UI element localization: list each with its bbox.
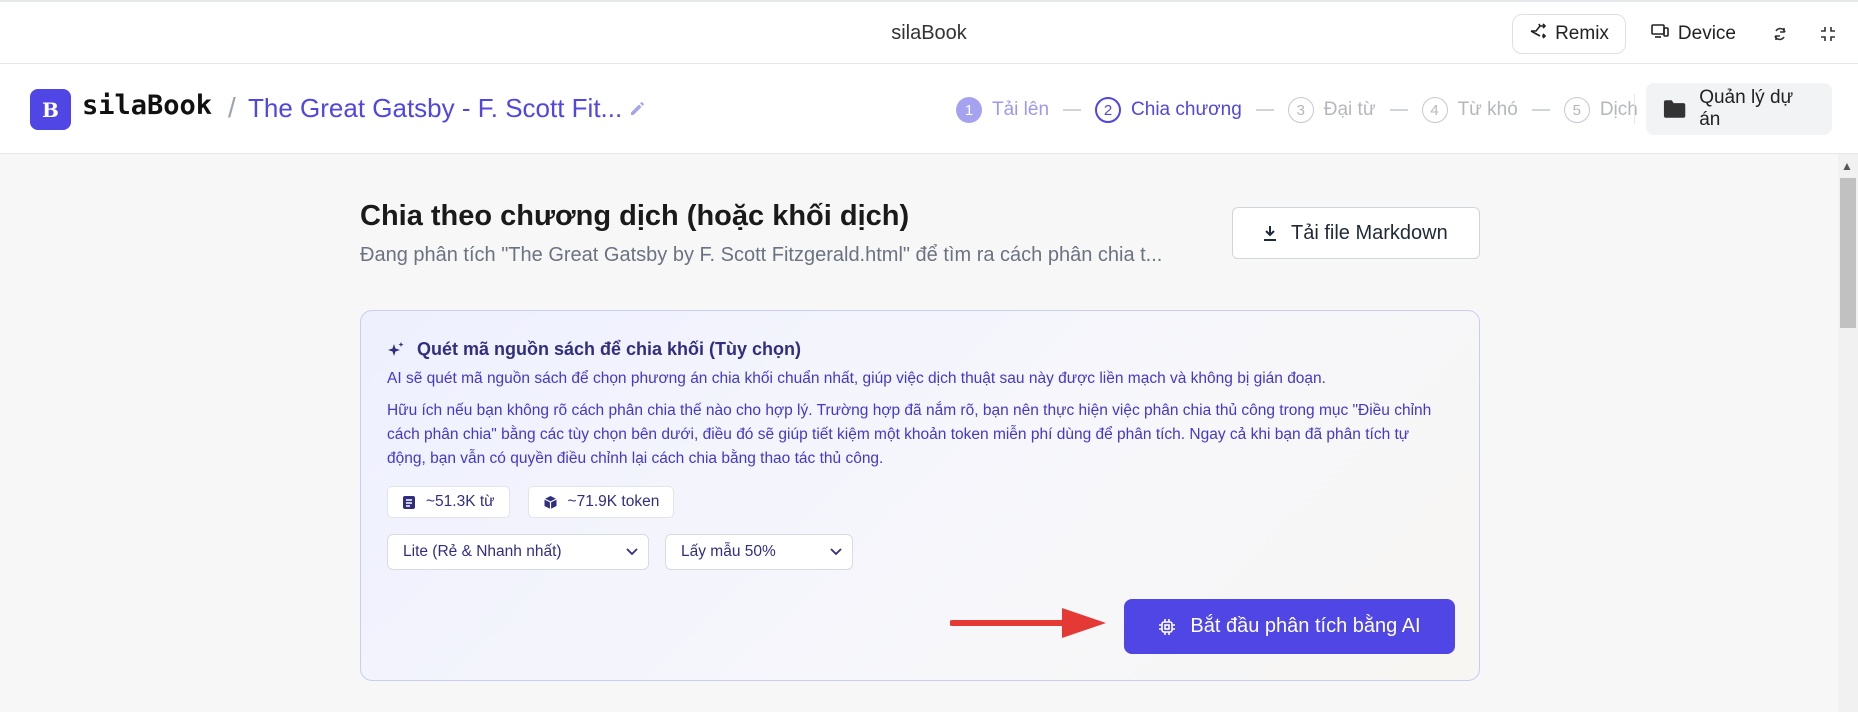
card-intro: AI sẽ quét mã nguồn sách để chọn phương …: [387, 370, 1326, 387]
device-label: Device: [1677, 23, 1736, 44]
step-translate[interactable]: 5 Dịch: [1563, 97, 1638, 123]
start-ai-analysis-label: Bắt đầu phân tích bằng AI: [1190, 615, 1421, 637]
step-number: 2: [1095, 97, 1122, 123]
cube-icon: [543, 495, 557, 509]
device-icon: [1650, 22, 1670, 46]
step-number: 3: [1287, 97, 1314, 123]
download-icon: [1264, 226, 1276, 241]
sparkles-icon: [388, 341, 404, 356]
step-divider: [1531, 109, 1550, 111]
refresh-icon: [1774, 27, 1786, 41]
app-logo[interactable]: B: [30, 89, 71, 130]
annotation-arrow: [950, 608, 1106, 638]
sample-select-value: Lấy mẫu 50%: [681, 543, 776, 560]
step-label: Tải lên: [992, 99, 1050, 120]
edit-title-icon[interactable]: [628, 98, 650, 120]
token-count-badge: ~71.9K token: [527, 486, 675, 518]
exit-fullscreen-icon: [1821, 27, 1835, 41]
project-manager-label: Quản lý dự án: [1699, 87, 1794, 130]
folder-icon: [1663, 100, 1686, 118]
step-divider: [1389, 109, 1408, 111]
document-icon: [403, 495, 415, 509]
step-label: Từ khó: [1457, 99, 1518, 120]
model-select[interactable]: Lite (Rẻ & Nhanh nhất): [387, 534, 649, 570]
step-number: 5: [1563, 97, 1590, 123]
page-subtitle: Đang phân tích "The Great Gatsby by F. S…: [360, 244, 1163, 266]
book-title[interactable]: The Great Gatsby - F. Scott Fit...: [248, 93, 622, 124]
word-count-badge: ~51.3K từ: [387, 486, 510, 518]
start-ai-analysis-button[interactable]: Bắt đầu phân tích bằng AI: [1124, 599, 1455, 654]
step-label: Dịch: [1599, 99, 1638, 120]
step-number: 1: [956, 97, 982, 123]
word-count: ~51.3K từ: [426, 493, 495, 510]
cpu-icon: [1159, 618, 1176, 635]
step-pronouns[interactable]: 3 Đại từ: [1287, 97, 1376, 123]
remix-button[interactable]: Remix: [1512, 14, 1626, 54]
app-header: B silaBook / The Great Gatsby - F. Scott…: [0, 64, 1858, 154]
remix-label: Remix: [1555, 23, 1609, 44]
breadcrumb-separator: /: [228, 92, 236, 123]
step-upload[interactable]: 1 Tải lên: [956, 97, 1049, 123]
exit-fullscreen-button[interactable]: [1808, 14, 1848, 54]
ai-scan-card: Quét mã nguồn sách để chia khối (Tùy chọ…: [360, 310, 1480, 681]
step-divider: [1255, 109, 1274, 111]
project-manager-button[interactable]: Quản lý dự án: [1646, 83, 1832, 135]
token-count: ~71.9K token: [567, 493, 660, 510]
window-topbar: silaBook Remix Device: [0, 0, 1858, 64]
chevron-down-icon: [830, 548, 842, 556]
device-button[interactable]: Device: [1634, 14, 1752, 54]
brand-name[interactable]: silaBook: [82, 90, 212, 121]
header-divider: [1634, 94, 1635, 124]
download-markdown-label: Tải file Markdown: [1291, 221, 1448, 244]
main-section: Chia theo chương dịch (hoặc khối dịch) Đ…: [360, 200, 1480, 266]
scroll-up-icon[interactable]: ▲: [1841, 159, 1853, 173]
card-title: Quét mã nguồn sách để chia khối (Tùy chọ…: [387, 339, 801, 360]
download-markdown-button[interactable]: Tải file Markdown: [1232, 207, 1480, 259]
scrollbar-thumb[interactable]: [1840, 178, 1856, 328]
remix-icon: [1529, 22, 1547, 46]
step-divider: [1063, 109, 1082, 111]
card-title-text: Quét mã nguồn sách để chia khối (Tùy chọ…: [417, 339, 802, 359]
sample-select[interactable]: Lấy mẫu 50%: [665, 534, 853, 570]
step-number: 4: [1421, 97, 1448, 123]
model-select-value: Lite (Rẻ & Nhanh nhất): [403, 543, 562, 560]
step-label: Đại từ: [1323, 99, 1376, 120]
step-label: Chia chương: [1131, 99, 1242, 120]
progress-steps: 1 Tải lên 2 Chia chương 3 Đại từ 4 Từ kh…: [956, 97, 1638, 123]
refresh-button[interactable]: [1760, 14, 1800, 54]
step-split-chapters[interactable]: 2 Chia chương: [1095, 97, 1242, 123]
chevron-down-icon: [626, 548, 638, 556]
card-description: Hữu ích nếu bạn không rõ cách phân chia …: [387, 402, 1432, 467]
step-difficult-words[interactable]: 4 Từ khó: [1421, 97, 1518, 123]
